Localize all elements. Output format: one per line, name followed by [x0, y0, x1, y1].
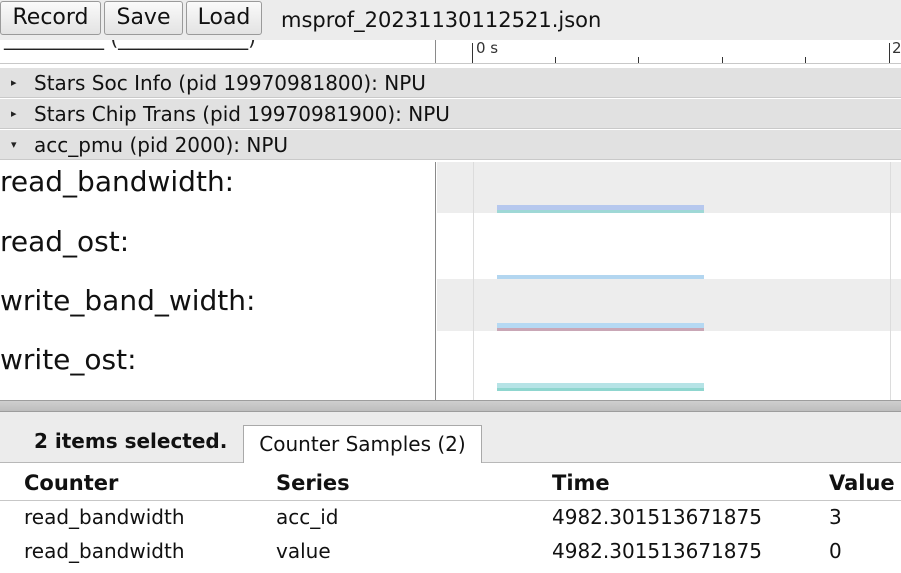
- grid-line: [890, 162, 891, 400]
- save-button[interactable]: Save: [104, 1, 183, 35]
- collapse-arrow-icon[interactable]: ▾: [11, 130, 17, 160]
- cell-series: acc_id: [276, 505, 339, 529]
- process-header-stars-soc-info[interactable]: ▸ Stars Soc Info (pid 19970981800): NPU: [0, 68, 901, 98]
- ruler-tick: [555, 57, 556, 63]
- process-header-acc-pmu[interactable]: ▾ acc_pmu (pid 2000): NPU: [0, 130, 901, 160]
- counter-tracks: read_bandwidth: read_ost: write_band_wid…: [0, 162, 901, 400]
- track-label: write_band_width:: [0, 281, 435, 341]
- clipped-track-title: __________ (_____________): [4, 40, 256, 50]
- cell-time: 4982.301513671875: [552, 539, 762, 563]
- process-title: Stars Chip Trans (pid 19970981900): NPU: [34, 102, 450, 126]
- counter-bar[interactable]: [497, 328, 704, 331]
- cell-value: 3: [829, 505, 842, 529]
- track-area[interactable]: [437, 279, 901, 331]
- ruler-tick: [805, 57, 806, 63]
- file-name: msprof_20231130112521.json: [281, 8, 602, 32]
- process-title: acc_pmu (pid 2000): NPU: [34, 133, 289, 157]
- column-header-counter[interactable]: Counter: [24, 471, 118, 495]
- selection-summary: 2 items selected.: [34, 429, 228, 453]
- process-title: Stars Soc Info (pid 19970981800): NPU: [34, 71, 426, 95]
- ruler-start-label: 0 s: [476, 40, 499, 57]
- timeline-ruler-row: __________ (_____________) 0 s 2: [0, 40, 901, 64]
- toolbar: Record Save Load msprof_20231130112521.j…: [0, 0, 901, 40]
- table-header: Counter Series Time Value: [0, 467, 901, 501]
- panel-splitter[interactable]: [0, 400, 901, 412]
- track-label: read_ost:: [0, 222, 435, 282]
- ruler-tick: [472, 43, 473, 63]
- record-button[interactable]: Record: [0, 1, 101, 35]
- label-column-divider[interactable]: [435, 162, 436, 400]
- cell-time: 4982.301513671875: [552, 505, 762, 529]
- grid-line: [473, 162, 474, 400]
- column-header-series[interactable]: Series: [276, 471, 350, 495]
- table-row[interactable]: read_bandwidth acc_id 4982.301513671875 …: [0, 501, 901, 535]
- tab-counter-samples[interactable]: Counter Samples (2): [243, 425, 482, 463]
- track-label: read_bandwidth:: [0, 162, 435, 222]
- track-area[interactable]: [437, 332, 901, 400]
- cell-counter: read_bandwidth: [24, 539, 185, 563]
- cell-counter: read_bandwidth: [24, 505, 185, 529]
- column-header-time[interactable]: Time: [552, 471, 610, 495]
- ruler-end-label: 2: [892, 40, 901, 57]
- column-header-value[interactable]: Value: [829, 471, 895, 495]
- time-ruler[interactable]: 0 s 2: [436, 40, 901, 63]
- table-row[interactable]: read_bandwidth value 4982.301513671875 0: [0, 535, 901, 569]
- ruler-tick: [638, 57, 639, 63]
- cell-value: 0: [829, 539, 842, 563]
- track-read-ost[interactable]: read_ost:: [0, 222, 901, 282]
- expand-arrow-icon[interactable]: ▸: [11, 68, 17, 98]
- cell-series: value: [276, 539, 331, 563]
- load-button[interactable]: Load: [186, 1, 262, 35]
- expand-arrow-icon[interactable]: ▸: [11, 99, 17, 129]
- counter-bar[interactable]: [497, 388, 704, 391]
- ruler-tick: [722, 57, 723, 63]
- track-area[interactable]: [437, 213, 901, 282]
- track-label: write_ost:: [0, 340, 435, 400]
- selection-bar: 2 items selected. Counter Samples (2): [0, 412, 901, 463]
- track-area[interactable]: [437, 162, 901, 213]
- track-write-ost[interactable]: write_ost:: [0, 340, 901, 400]
- analysis-panel: 2 items selected. Counter Samples (2) Co…: [0, 412, 901, 573]
- process-header-stars-chip-trans[interactable]: ▸ Stars Chip Trans (pid 19970981900): NP…: [0, 99, 901, 129]
- ruler-tick: [889, 43, 890, 63]
